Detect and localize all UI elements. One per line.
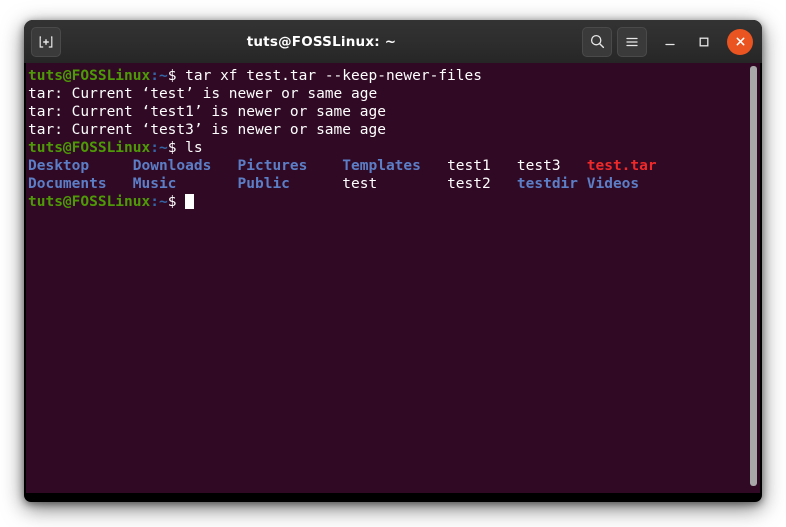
terminal-prompt-line: tuts@FOSSLinux:~$ ls: [28, 139, 734, 157]
window-title: tuts@FOSSLinux: ~: [246, 33, 397, 50]
ls-entry: Templates: [342, 158, 448, 174]
window-titlebar[interactable]: tuts@FOSSLinux: ~: [24, 20, 762, 63]
terminal-prompt-line: tuts@FOSSLinux:~$ tar xf test.tar --keep…: [28, 67, 734, 85]
ls-entry: Pictures: [237, 158, 343, 174]
new-tab-button[interactable]: [31, 26, 61, 57]
ls-entry: test3: [516, 158, 587, 174]
search-button[interactable]: [582, 26, 612, 57]
terminal-output-line: tar: Current ‘test1’ is newer or same ag…: [28, 103, 734, 121]
terminal-output-text: tar: Current ‘test3’ is newer or same ag…: [28, 122, 386, 138]
terminal-command: tar xf test.tar --keep-newer-files: [185, 68, 482, 84]
maximize-button[interactable]: [687, 27, 721, 57]
prompt-path: :~: [150, 68, 168, 84]
ls-entry: Downloads: [132, 158, 238, 174]
menu-button[interactable]: [617, 26, 647, 57]
ls-entry: test: [342, 176, 448, 192]
close-icon: [736, 37, 744, 46]
prompt-symbol: $: [167, 68, 186, 84]
ls-entry: Music: [132, 176, 238, 192]
terminal-screen: tuts@FOSSLinux:~$ tar xf test.tar --keep…: [28, 67, 734, 211]
ls-entry: test2: [447, 176, 517, 192]
minimize-icon: [665, 43, 675, 45]
ls-entry: test1: [447, 158, 517, 174]
search-icon: [590, 34, 604, 49]
prompt-user-host: tuts@FOSSLinux: [28, 68, 151, 84]
close-button[interactable]: [727, 28, 753, 55]
ls-output-row: Desktop Downloads Pictures Templates tes…: [28, 157, 734, 175]
minimize-button[interactable]: [653, 27, 687, 57]
terminal-output-line: tar: Current ‘test’ is newer or same age: [28, 85, 734, 103]
prompt-path: :~: [150, 194, 168, 210]
terminal-output-area[interactable]: tuts@FOSSLinux:~$ tar xf test.tar --keep…: [26, 63, 748, 493]
ls-output-row: Documents Music Public test test2 testdi…: [28, 175, 734, 193]
prompt-user-host: tuts@FOSSLinux: [28, 194, 151, 210]
prompt-path: :~: [150, 140, 168, 156]
terminal-prompt-line: tuts@FOSSLinux:~$: [28, 193, 734, 211]
ls-entry: testdir: [516, 176, 587, 192]
terminal-command: ls: [185, 140, 203, 156]
ls-entry: Desktop: [28, 158, 133, 174]
terminal-window: tuts@FOSSLinux: ~ tuts@FOSSLinux:~$ tar …: [24, 20, 762, 502]
terminal-cursor: [185, 194, 195, 209]
scrollbar-thumb[interactable]: [750, 66, 757, 486]
new-tab-icon: [39, 35, 53, 48]
maximize-icon: [699, 37, 709, 46]
terminal-output-text: tar: Current ‘test1’ is newer or same ag…: [28, 104, 386, 120]
prompt-user-host: tuts@FOSSLinux: [28, 140, 151, 156]
hamburger-menu-icon: [626, 37, 638, 46]
ls-entry: Videos: [586, 176, 640, 192]
terminal-output-text: tar: Current ‘test’ is newer or same age: [28, 86, 378, 102]
ls-entry: Public: [237, 176, 343, 192]
ls-entry: Documents: [28, 176, 133, 192]
terminal-scrollbar[interactable]: [748, 63, 760, 493]
terminal-output-line: tar: Current ‘test3’ is newer or same ag…: [28, 121, 734, 139]
ls-entry: test.tar: [586, 158, 657, 174]
prompt-symbol: $: [167, 194, 186, 210]
prompt-symbol: $: [167, 140, 186, 156]
